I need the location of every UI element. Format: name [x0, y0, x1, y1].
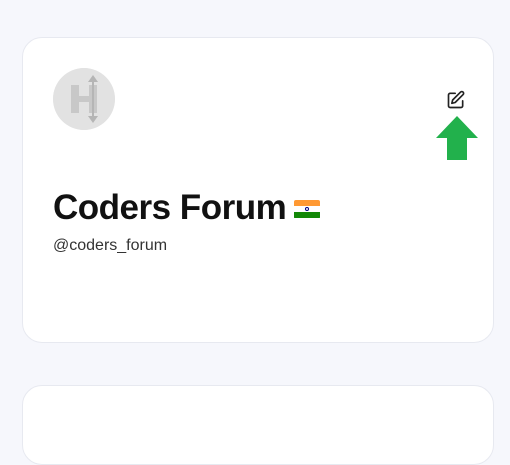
profile-handle: @coders_forum — [53, 237, 168, 254]
profile-name: Coders Forum — [53, 188, 287, 227]
profile-name-row: Coders Forum — [53, 186, 321, 230]
arrow-up-icon — [436, 116, 478, 160]
edit-icon[interactable] — [446, 90, 466, 110]
profile-card: Coders Forum @coders_forum — [22, 37, 494, 343]
avatar[interactable] — [53, 68, 115, 130]
secondary-card — [22, 385, 494, 465]
avatar-logo-icon — [53, 68, 115, 130]
india-flag-icon — [294, 199, 321, 219]
